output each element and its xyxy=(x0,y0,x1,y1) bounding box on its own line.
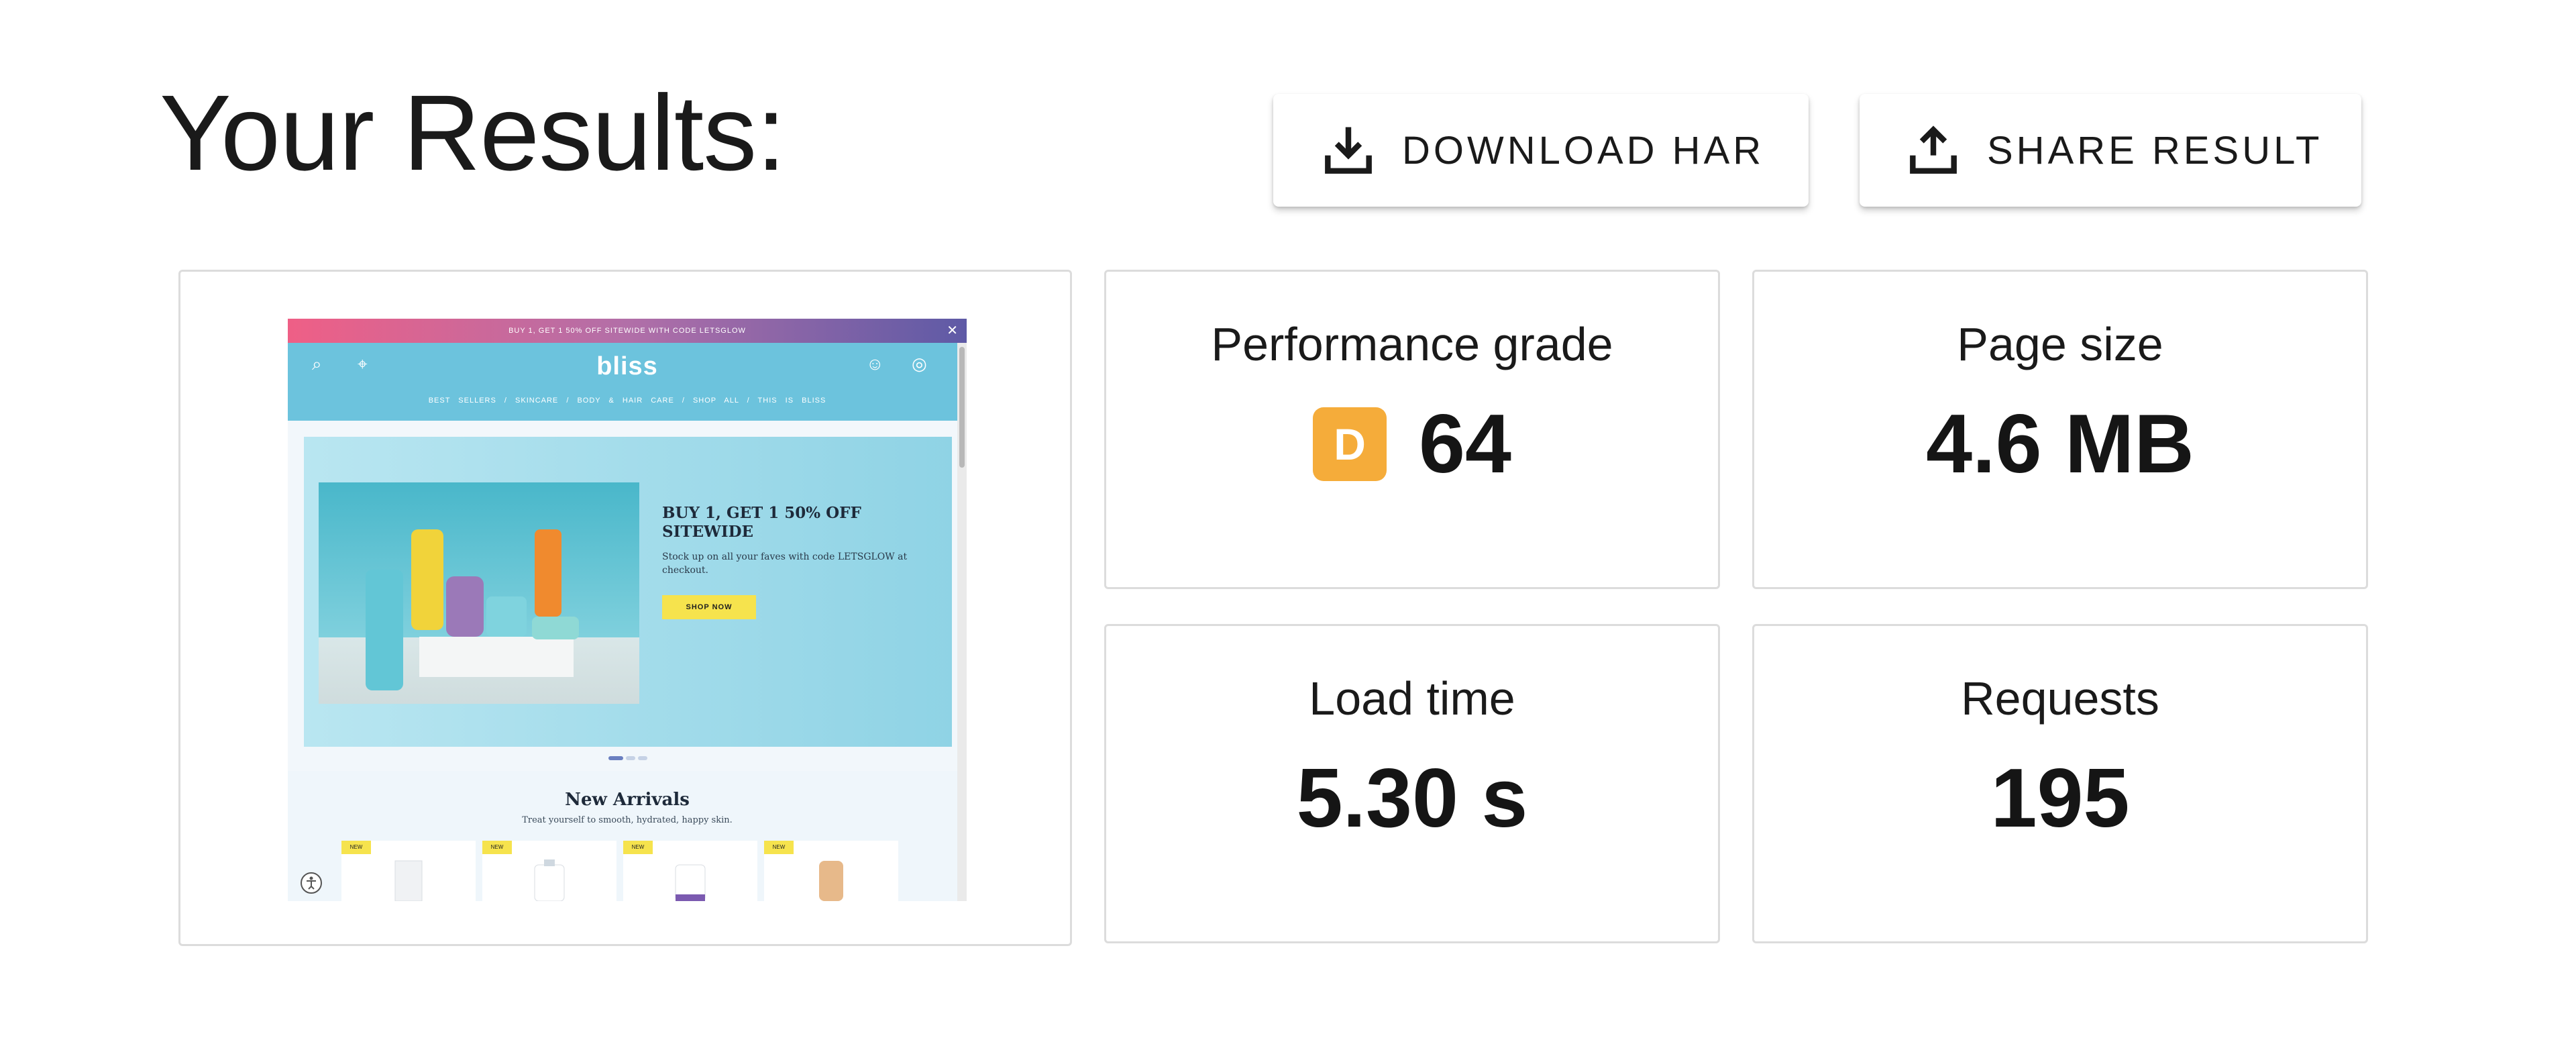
thumbnail-nav-item: THIS IS BLISS xyxy=(757,397,826,405)
thumbnail-new-arrivals-section: New Arrivals Treat yourself to smooth, h… xyxy=(288,771,967,901)
download-har-label: DOWNLOAD HAR xyxy=(1402,128,1765,172)
page-title: Your Results: xyxy=(160,72,786,193)
thumbnail-promo-bar: BUY 1, GET 1 50% OFF SITEWIDE WITH CODE … xyxy=(288,319,967,343)
thumbnail-product-tag: NEW xyxy=(341,841,371,854)
thumbnail-nav-separator: / xyxy=(504,397,507,405)
load-time-label: Load time xyxy=(1309,672,1515,725)
download-icon xyxy=(1325,127,1372,174)
page-screenshot-card: BUY 1, GET 1 50% OFF SITEWIDE WITH CODE … xyxy=(178,270,1072,946)
thumbnail-nav-separator: / xyxy=(566,397,570,405)
share-result-button[interactable]: SHARE RESULT xyxy=(1860,94,2361,207)
thumbnail-hero-title: BUY 1, GET 1 50% OFF SITEWIDE xyxy=(662,504,861,541)
thumbnail-product-tag: NEW xyxy=(623,841,653,854)
thumbnail-product-card: NEW xyxy=(764,841,898,901)
thumbnail-product-card: NEW xyxy=(482,841,616,901)
share-upload-icon xyxy=(1910,125,1957,174)
thumbnail-logo: bliss xyxy=(596,352,658,380)
load-time-card: Load time 5.30 s xyxy=(1104,624,1720,943)
page-size-label: Page size xyxy=(1957,318,2163,370)
page-size-card: Page size 4.6 MB xyxy=(1752,270,2368,589)
thumbnail-section-title: New Arrivals xyxy=(565,790,690,810)
thumbnail-hero-copy: Stock up on all your faves with code LET… xyxy=(662,552,908,576)
thumbnail-nav-item: BEST SELLERS xyxy=(428,397,496,405)
thumbnail-hero-product-image xyxy=(319,482,639,704)
requests-value: 195 xyxy=(1990,752,2130,845)
grade-badge: D xyxy=(1313,407,1387,481)
performance-grade-value: D 64 xyxy=(1313,397,1511,492)
share-result-label: SHARE RESULT xyxy=(1987,128,2323,172)
thumbnail-scrollbar-thumb xyxy=(959,347,965,468)
requests-card: Requests 195 xyxy=(1752,624,2368,943)
thumbnail-product-card: NEW xyxy=(341,841,476,901)
thumbnail-nav: BEST SELLERS / SKINCARE / BODY & HAIR CA… xyxy=(288,397,967,405)
performance-grade-label: Performance grade xyxy=(1211,318,1613,370)
results-page: Your Results: DOWNLOAD HAR SHARE RESULT … xyxy=(0,0,2576,1044)
thumbnail-carousel-dots xyxy=(608,756,647,760)
thumbnail-nav-separator: / xyxy=(682,397,685,405)
thumbnail-accessibility-icon xyxy=(301,872,322,894)
thumbnail-scrollbar xyxy=(957,343,967,901)
thumbnail-product-tag: NEW xyxy=(482,841,512,854)
download-har-button[interactable]: DOWNLOAD HAR xyxy=(1273,94,1809,207)
thumbnail-section-subtitle: Treat yourself to smooth, hydrated, happ… xyxy=(522,815,733,825)
thumbnail-nav-item: SHOP ALL xyxy=(692,397,739,405)
performance-score: 64 xyxy=(1419,398,1511,490)
thumbnail-nav-item: SKINCARE xyxy=(515,397,559,405)
thumbnail-promo-text: BUY 1, GET 1 50% OFF SITEWIDE WITH CODE … xyxy=(508,327,746,335)
page-screenshot-thumbnail: BUY 1, GET 1 50% OFF SITEWIDE WITH CODE … xyxy=(288,319,967,901)
thumbnail-nav-separator: / xyxy=(747,397,750,405)
thumbnail-site-header: ⌕ ⌖ ☺ ◎ bliss BEST SELLERS / SKINCARE / … xyxy=(288,343,967,421)
thumbnail-product-tag: NEW xyxy=(764,841,794,854)
thumbnail-close-icon: ✕ xyxy=(947,323,959,338)
thumbnail-hero-banner: BUY 1, GET 1 50% OFF SITEWIDE Stock up o… xyxy=(304,437,952,747)
requests-label: Requests xyxy=(1961,672,2159,725)
load-time-value: 5.30 s xyxy=(1296,752,1528,845)
thumbnail-nav-item: BODY & HAIR CARE xyxy=(577,397,674,405)
thumbnail-product-card: NEW xyxy=(623,841,757,901)
performance-grade-card: Performance grade D 64 xyxy=(1104,270,1720,589)
thumbnail-product-bottles-illustration xyxy=(366,529,579,690)
thumbnail-shop-now-button: SHOP NOW xyxy=(662,595,756,619)
page-size-value: 4.6 MB xyxy=(1926,398,2194,490)
